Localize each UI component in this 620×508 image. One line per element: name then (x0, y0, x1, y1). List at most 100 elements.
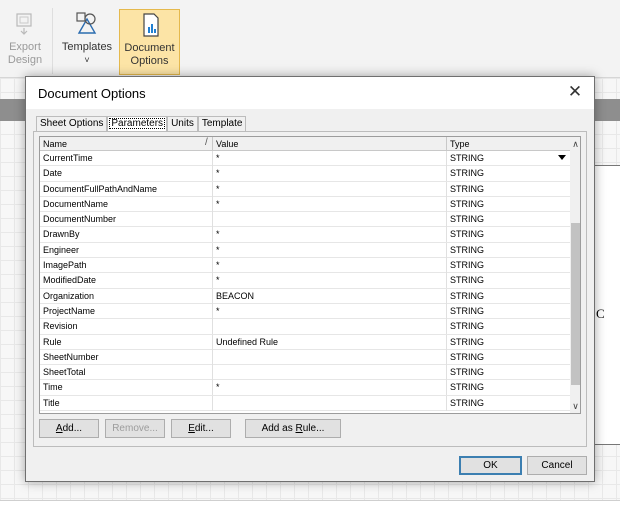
edit-button-key: E (188, 423, 195, 434)
row-type-cell[interactable]: STRING (447, 227, 570, 242)
row-value-cell[interactable]: * (213, 181, 447, 197)
table-row[interactable]: Engineer * STRING (40, 242, 570, 259)
row-value-cell[interactable]: * (213, 242, 447, 258)
type-dropdown-icon[interactable] (558, 155, 566, 160)
row-type-cell[interactable]: STRING (447, 380, 570, 395)
row-type-cell[interactable]: STRING (447, 365, 570, 380)
cancel-button[interactable]: Cancel (527, 456, 587, 475)
table-row[interactable]: DocumentFullPathAndName * STRING (40, 181, 570, 197)
table-row[interactable]: Rule Undefined Rule STRING (40, 334, 570, 350)
row-value-cell[interactable] (213, 349, 447, 365)
row-name-cell[interactable]: DocumentName (40, 196, 213, 212)
row-name-cell[interactable]: DrawnBy (40, 227, 213, 243)
grid-rows: CurrentTime * STRING Date * STRING DocumentFul… (40, 151, 570, 412)
table-row[interactable]: DrawnBy * STRING (40, 227, 570, 243)
row-name-cell[interactable]: CurrentTime (40, 151, 213, 166)
close-icon[interactable]: ✕ (564, 81, 586, 103)
column-header-type[interactable]: Type (447, 137, 570, 151)
document-options-button[interactable]: Document Options (119, 9, 180, 75)
row-name-cell[interactable]: SheetTotal (40, 365, 213, 381)
table-row[interactable]: SheetNumber STRING (40, 349, 570, 366)
row-value-cell[interactable]: * (213, 380, 447, 396)
row-type-cell[interactable]: STRING (447, 289, 570, 304)
row-name-cell[interactable]: Rule (40, 334, 213, 350)
row-type-cell[interactable]: STRING (447, 258, 570, 273)
row-type-cell[interactable]: STRING (447, 304, 570, 319)
table-row[interactable]: ProjectName * STRING (40, 303, 570, 320)
row-value-cell[interactable] (213, 395, 447, 411)
row-type-cell[interactable]: STRING (447, 212, 570, 227)
row-type-cell[interactable]: STRING (447, 197, 570, 212)
row-name-cell[interactable]: Engineer (40, 242, 213, 258)
templates-button[interactable]: Templates ˅ (58, 9, 116, 75)
row-type-cell[interactable]: STRING (447, 319, 570, 334)
table-row[interactable]: DocumentNumber STRING (40, 212, 570, 228)
row-name-cell[interactable]: Time (40, 380, 213, 396)
row-value-cell[interactable]: * (213, 196, 447, 212)
table-row[interactable]: SheetTotal STRING (40, 365, 570, 381)
row-name-cell[interactable]: DocumentNumber (40, 212, 213, 228)
row-name-cell[interactable]: Organization (40, 288, 213, 304)
row-value-cell[interactable] (213, 319, 447, 335)
edit-button[interactable]: Edit... (171, 419, 231, 438)
scrollbar-thumb[interactable] (571, 223, 580, 385)
tab-parameters[interactable]: Parameters (107, 116, 168, 131)
row-value-cell[interactable]: * (213, 151, 447, 166)
row-type-cell[interactable]: STRING (447, 151, 570, 166)
ok-button[interactable]: OK (459, 456, 522, 475)
row-name-cell[interactable]: SheetNumber (40, 349, 213, 365)
row-name-cell[interactable]: Title (40, 395, 213, 411)
row-value-cell[interactable]: * (213, 273, 447, 289)
table-row[interactable]: ImagePath * STRING (40, 258, 570, 274)
row-type-cell[interactable]: STRING (447, 335, 570, 350)
chevron-down-icon: ˅ (84, 55, 90, 65)
row-name-cell[interactable]: Revision (40, 319, 213, 335)
row-type-cell[interactable]: STRING (447, 273, 570, 288)
table-row[interactable]: DocumentName * STRING (40, 196, 570, 213)
table-row[interactable]: Title STRING (40, 395, 570, 412)
document-options-dialog: Document Options ✕ Sheet Options Paramet… (25, 76, 595, 482)
add-button[interactable]: Add... (39, 419, 99, 438)
tab-sheet-options[interactable]: Sheet Options (36, 116, 108, 131)
row-value-cell[interactable]: * (213, 258, 447, 274)
sort-indicator-icon: / (205, 137, 208, 148)
row-value-cell[interactable]: BEACON (213, 288, 447, 304)
row-name-cell[interactable]: ProjectName (40, 303, 213, 319)
remove-button-label: Remove... (112, 423, 158, 434)
row-value-cell[interactable]: * (213, 303, 447, 319)
table-row[interactable]: CurrentTime * STRING (40, 151, 570, 167)
export-design-icon (16, 13, 32, 35)
row-type-cell[interactable]: STRING (447, 396, 570, 411)
row-value-cell[interactable] (213, 365, 447, 381)
scroll-up-icon[interactable]: ∧ (570, 137, 580, 151)
tab-units[interactable]: Units (167, 116, 198, 131)
grid-scrollbar[interactable]: ∧ ∨ (570, 137, 580, 413)
export-design-button[interactable]: Export Design (0, 9, 50, 75)
row-type-cell[interactable]: STRING (447, 182, 570, 197)
table-row[interactable]: Revision STRING (40, 319, 570, 335)
column-header-value[interactable]: Value (213, 137, 447, 151)
scroll-down-icon[interactable]: ∨ (570, 399, 580, 413)
remove-button[interactable]: Remove... (105, 419, 165, 438)
row-name-cell[interactable]: DocumentFullPathAndName (40, 181, 213, 197)
table-row[interactable]: Time * STRING (40, 380, 570, 396)
row-type-cell[interactable]: STRING (447, 243, 570, 258)
row-value-cell[interactable]: * (213, 227, 447, 243)
row-value-cell[interactable] (213, 212, 447, 228)
document-options-label-2: Options (130, 55, 169, 67)
table-row[interactable]: Organization BEACON STRING (40, 288, 570, 304)
column-header-name[interactable]: Name (40, 137, 213, 151)
dialog-title-bar[interactable]: Document Options ✕ (26, 77, 594, 109)
document-options-icon (142, 13, 159, 37)
add-as-rule-button[interactable]: Add as Rule... (245, 419, 341, 438)
row-type-cell[interactable]: STRING (447, 166, 570, 181)
tab-template[interactable]: Template (197, 116, 247, 131)
row-value-cell[interactable]: * (213, 166, 447, 182)
row-name-cell[interactable]: ImagePath (40, 258, 213, 274)
row-name-cell[interactable]: ModifiedDate (40, 273, 213, 289)
row-type-cell[interactable]: STRING (447, 350, 570, 365)
table-row[interactable]: ModifiedDate * STRING (40, 273, 570, 289)
table-row[interactable]: Date * STRING (40, 166, 570, 182)
row-name-cell[interactable]: Date (40, 166, 213, 182)
row-value-cell[interactable]: Undefined Rule (213, 334, 447, 350)
